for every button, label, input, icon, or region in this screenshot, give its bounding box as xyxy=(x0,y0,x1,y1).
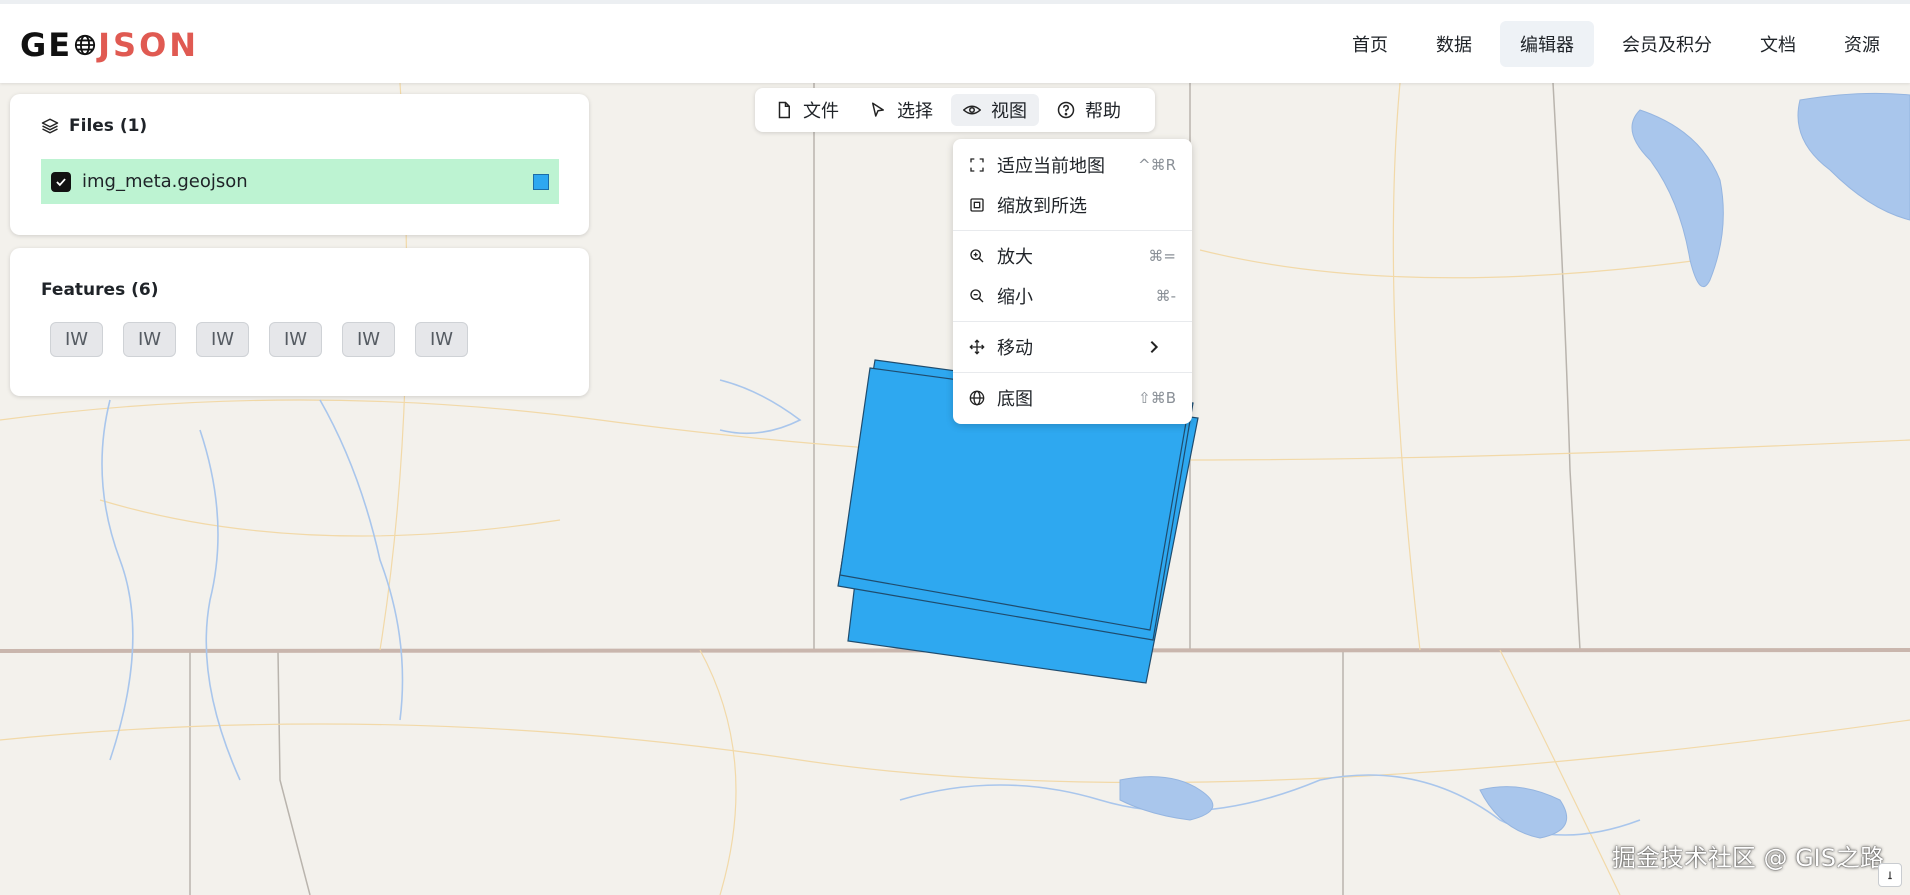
menu-label-basemap: 底图 xyxy=(997,389,1033,410)
globe-icon xyxy=(74,34,96,56)
files-title-text: Files (1) xyxy=(69,116,148,136)
menu-separator xyxy=(953,230,1192,231)
menu-label-zoom-selection: 缩放到所选 xyxy=(997,196,1087,217)
feature-chip[interactable]: IW xyxy=(123,322,176,357)
feature-chip[interactable]: IW xyxy=(269,322,322,357)
menu-item-zoom-out[interactable]: 缩小 ⌘- xyxy=(953,276,1192,316)
nav-item-data[interactable]: 数据 xyxy=(1416,21,1492,67)
info-icon xyxy=(1888,871,1892,880)
move-icon xyxy=(969,339,985,355)
feature-chip[interactable]: IW xyxy=(50,322,103,357)
nav-item-home[interactable]: 首页 xyxy=(1332,21,1408,67)
layers-icon xyxy=(41,117,59,135)
menu-item-fit-map[interactable]: 适应当前地图 ^⌘R xyxy=(953,145,1192,185)
menu-shortcut-basemap: ⇧⌘B xyxy=(1138,389,1176,407)
menu-item-basemap[interactable]: 底图 ⇧⌘B xyxy=(953,378,1192,418)
file-visibility-checkbox[interactable] xyxy=(51,171,71,192)
watermark: 掘金技术社区 @ GIS之路 xyxy=(1611,844,1884,872)
toolbar-select-button[interactable]: 选择 xyxy=(857,94,945,126)
feature-chip-list: IW IW IW IW IW IW xyxy=(50,322,468,357)
toolbar-view-label: 视图 xyxy=(991,101,1027,122)
zoom-out-icon xyxy=(970,289,984,303)
menu-separator xyxy=(953,321,1192,322)
menu-label-move: 移动 xyxy=(997,338,1033,359)
menu-shortcut-zoom-out: ⌘- xyxy=(1155,287,1176,305)
main-nav: 首页 数据 编辑器 会员及积分 文档 资源 xyxy=(1324,21,1900,67)
toolbar-file-button[interactable]: 文件 xyxy=(763,94,851,126)
menu-label-zoom-out: 缩小 xyxy=(997,287,1033,308)
menu-shortcut-zoom-in: ⌘= xyxy=(1148,247,1176,265)
menu-label-zoom-in: 放大 xyxy=(997,247,1033,268)
nav-item-docs[interactable]: 文档 xyxy=(1740,21,1816,67)
frame-icon xyxy=(970,198,984,212)
logo-text-json: JSON xyxy=(98,26,200,64)
menu-separator xyxy=(953,372,1192,373)
toolbar-view-button[interactable]: 视图 xyxy=(951,94,1039,126)
nav-item-editor[interactable]: 编辑器 xyxy=(1500,21,1594,67)
logo-text-ge: GE xyxy=(20,26,73,64)
file-name: img_meta.geojson xyxy=(82,171,248,192)
menu-item-zoom-selection[interactable]: 缩放到所选 xyxy=(953,185,1192,225)
menu-item-move[interactable]: 移动 xyxy=(953,327,1192,367)
map-corner-button[interactable] xyxy=(1878,863,1902,887)
help-icon xyxy=(1057,101,1075,119)
feature-chip[interactable]: IW xyxy=(415,322,468,357)
toolbar-help-label: 帮助 xyxy=(1085,101,1121,122)
eye-icon xyxy=(963,105,981,115)
globe-icon xyxy=(969,390,985,406)
file-icon xyxy=(778,101,790,119)
top-navigation-bar: GE JSON 首页 数据 编辑器 会员及积分 文档 资源 xyxy=(0,0,1910,83)
features-panel: Features (6) IW IW IW IW IW IW xyxy=(10,248,589,396)
pointer-icon xyxy=(872,102,884,117)
files-panel-title: Files (1) xyxy=(41,116,147,136)
fit-icon xyxy=(970,158,984,172)
menu-shortcut-fit-map: ^⌘R xyxy=(1138,156,1176,174)
feature-chip[interactable]: IW xyxy=(196,322,249,357)
toolbar-select-label: 选择 xyxy=(897,101,933,122)
toolbar-help-button[interactable]: 帮助 xyxy=(1045,94,1133,126)
nav-item-membership[interactable]: 会员及积分 xyxy=(1602,21,1732,67)
menu-item-zoom-in[interactable]: 放大 ⌘= xyxy=(953,236,1192,276)
view-menu: 适应当前地图 ^⌘R 缩放到所选 放大 ⌘= 缩小 ⌘- 移动 底图 ⇧⌘B xyxy=(953,139,1192,424)
zoom-in-icon xyxy=(970,249,984,263)
features-panel-title: Features (6) xyxy=(41,280,159,300)
file-row[interactable]: img_meta.geojson xyxy=(41,159,559,204)
nav-item-resources[interactable]: 资源 xyxy=(1824,21,1900,67)
feature-chip[interactable]: IW xyxy=(342,322,395,357)
editor-toolbar: 文件 选择 视图 帮助 xyxy=(755,88,1155,132)
toolbar-file-label: 文件 xyxy=(803,101,839,122)
check-icon xyxy=(56,177,66,186)
chevron-right-icon xyxy=(1150,340,1159,354)
files-panel: Files (1) img_meta.geojson xyxy=(10,94,589,235)
file-color-swatch[interactable] xyxy=(533,174,549,190)
geojson-logo[interactable]: GE JSON xyxy=(20,26,200,64)
menu-label-fit-map: 适应当前地图 xyxy=(997,156,1105,177)
